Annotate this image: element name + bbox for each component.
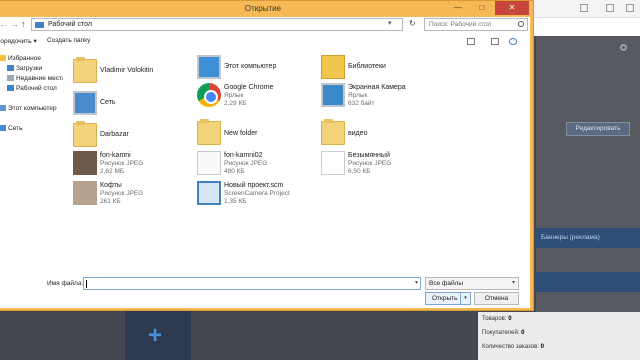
file-item[interactable]: видео — [321, 119, 441, 153]
preview-pane-icon[interactable] — [491, 38, 499, 45]
bg-window-icon[interactable] — [626, 4, 634, 12]
network-icon — [73, 91, 97, 115]
open-dropdown-icon[interactable]: ▾ — [460, 293, 470, 304]
chrome-icon — [197, 83, 221, 107]
gear-icon[interactable] — [620, 44, 627, 51]
file-item[interactable]: New folder — [197, 119, 317, 153]
image-icon — [73, 181, 97, 205]
maximize-button[interactable]: □ — [471, 1, 493, 15]
forward-icon[interactable]: → — [10, 19, 19, 29]
close-button[interactable]: ✕ — [495, 1, 529, 15]
file-item[interactable]: fon-kamni02 Рисунок JPEG 480 КБ — [197, 151, 317, 183]
view-icon[interactable] — [467, 38, 475, 45]
refresh-button[interactable]: ↻ — [409, 18, 419, 31]
folder-icon — [35, 22, 44, 28]
sidebar-item-recent[interactable]: Недавние места — [7, 75, 66, 82]
chevron-down-icon[interactable]: ▾ — [388, 19, 392, 27]
back-icon[interactable]: ← — [0, 19, 8, 29]
bg-blue-bar[interactable] — [535, 272, 640, 292]
downloads-icon — [7, 65, 14, 72]
search-icon[interactable] — [518, 21, 524, 27]
star-icon — [0, 55, 6, 62]
sidebar-item-computer[interactable]: Этот компьютер — [0, 105, 57, 112]
folder-icon — [321, 119, 345, 145]
text-caret — [86, 280, 87, 288]
minimize-button[interactable]: — — [447, 1, 469, 15]
up-icon[interactable]: ↑ — [21, 19, 26, 29]
bg-window-icon[interactable] — [606, 4, 614, 12]
search-placeholder: Поиск: Рабочий стол — [429, 21, 492, 28]
new-folder-button[interactable]: Создать папку — [47, 37, 90, 44]
network-icon — [0, 125, 6, 132]
library-icon — [321, 55, 345, 79]
search-input[interactable]: Поиск: Рабочий стол — [424, 18, 528, 31]
toolbar: Упорядочить ▾ Создать папку — [0, 35, 530, 49]
open-button[interactable]: Открыть ▾ — [425, 292, 471, 305]
sidebar-item-desktop[interactable]: Рабочий стол — [7, 85, 57, 92]
file-item[interactable]: Кофты Рисунок JPEG 261 КБ — [73, 181, 193, 213]
recent-icon — [7, 75, 14, 82]
folder-icon — [73, 57, 97, 83]
file-item[interactable]: Сеть — [73, 91, 193, 123]
plus-icon: + — [148, 322, 163, 349]
file-item[interactable]: Безымянный Рисунок JPEG 6,50 КБ — [321, 151, 441, 183]
sidebar-item-network[interactable]: Сеть — [0, 125, 22, 132]
folder-icon — [197, 119, 221, 145]
file-list: Vladimir Volokitin Сеть Darbazar fon-kam… — [63, 51, 529, 275]
open-dialog: Открытие — □ ✕ ← → ↑ Рабочий стол ▾ ↻ По… — [0, 0, 534, 311]
filetype-value: Все файлы — [429, 280, 464, 287]
filetype-select[interactable]: Все файлы ▾ — [425, 277, 519, 290]
stats-panel: Товаров: 0 Покупателей: 0 Количество зак… — [478, 312, 640, 360]
dialog-body: ← → ↑ Рабочий стол ▾ ↻ Поиск: Рабочий ст… — [0, 17, 530, 308]
address-bar: ← → ↑ Рабочий стол ▾ ↻ Поиск: Рабочий ст… — [0, 17, 530, 33]
bottom-bar: Имя файла: ▾ Все файлы ▾ Открыть ▾ Отмен… — [0, 275, 530, 308]
image-icon — [321, 151, 345, 175]
filename-input[interactable]: ▾ — [83, 277, 421, 290]
cancel-button[interactable]: Отмена — [474, 292, 519, 305]
app-icon — [321, 83, 345, 107]
image-icon — [197, 151, 221, 175]
chevron-down-icon: ▾ — [511, 280, 515, 286]
open-label: Открыть — [432, 295, 458, 302]
stat-products: Товаров: 0 — [482, 316, 512, 322]
bg-window-icon[interactable] — [580, 4, 588, 12]
file-item[interactable]: Google Chrome Ярлык 2,29 КБ — [197, 83, 317, 115]
folder-icon — [73, 121, 97, 147]
help-icon[interactable] — [509, 38, 517, 45]
sidebar-item-downloads[interactable]: Загрузки — [7, 65, 42, 72]
desktop-icon — [7, 85, 14, 92]
address-path: Рабочий стол — [48, 21, 92, 28]
file-item[interactable]: Vladimir Volokitin — [73, 57, 193, 91]
computer-icon — [197, 55, 221, 79]
sidebar-item-favorites[interactable]: Избранное — [0, 55, 41, 62]
stat-customers: Покупателей: 0 — [482, 330, 525, 336]
file-item[interactable]: Экранная Камера Ярлык 632 байт — [321, 83, 441, 115]
file-item[interactable]: Новый проект.scm ScreenCamera Project 1,… — [197, 181, 317, 213]
navigation-pane: Избранное Загрузки Недавние места Рабочи… — [0, 53, 66, 275]
add-tile[interactable]: + — [125, 311, 191, 360]
edit-button[interactable]: Редактировать — [566, 122, 630, 136]
file-item[interactable]: fon-kamni Рисунок JPEG 2,62 МБ — [73, 151, 193, 183]
stat-orders: Количество заказов: 0 — [482, 344, 544, 350]
titlebar[interactable]: Открытие — □ ✕ — [0, 1, 533, 17]
chevron-down-icon[interactable]: ▾ — [415, 279, 418, 286]
address-input[interactable]: Рабочий стол ▾ — [31, 18, 403, 31]
project-icon — [197, 181, 221, 205]
organize-button[interactable]: Упорядочить ▾ — [0, 37, 37, 45]
banners-bar[interactable]: Баннеры (реклама) — [535, 228, 640, 248]
computer-icon — [0, 105, 6, 112]
filename-label: Имя файла: — [47, 280, 84, 287]
image-icon — [73, 151, 97, 175]
